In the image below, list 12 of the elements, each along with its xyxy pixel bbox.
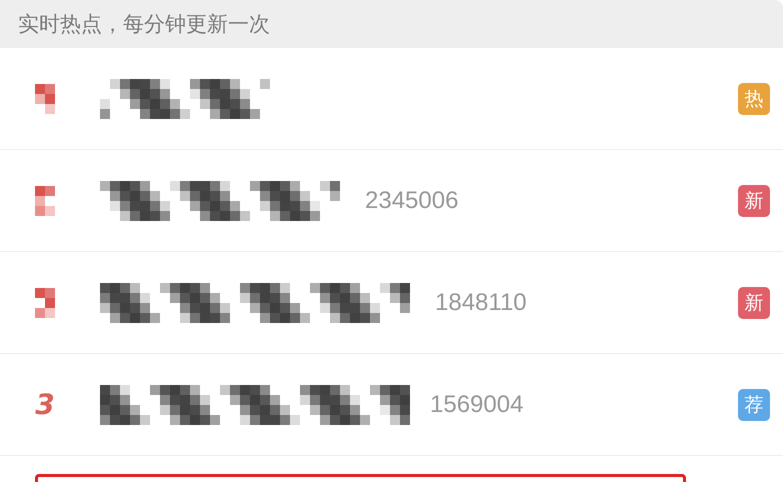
hot-count: 1569004 [430, 390, 524, 418]
pixelated-rank-icon [35, 84, 55, 114]
pixelated-rank-icon [35, 186, 55, 216]
pixelated-rank-icon [35, 288, 55, 318]
hot-badge: 热 [738, 82, 770, 114]
rank-number: 3 [35, 388, 55, 421]
header-text: 实时热点，每分钟更新一次 [18, 11, 270, 38]
hot-badge: 新 [738, 286, 770, 318]
hot-badge: 新 [738, 184, 770, 216]
hot-count: 2345006 [365, 186, 458, 214]
hot-badge: 荐 [738, 388, 770, 420]
hot-count: 1848110 [435, 288, 527, 316]
